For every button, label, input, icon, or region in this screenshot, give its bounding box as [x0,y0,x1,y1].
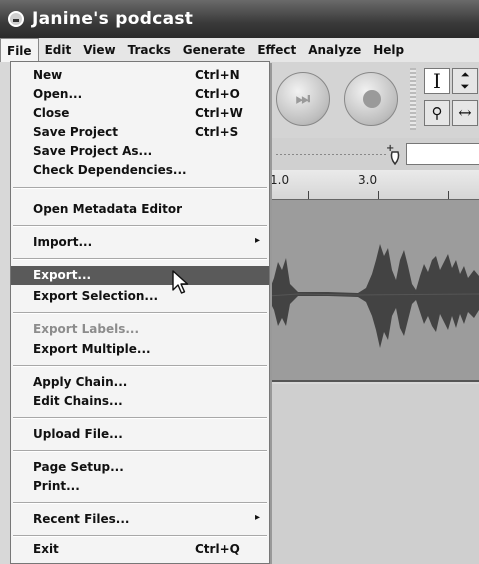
menu-item-new[interactable]: New Ctrl+N [11,66,269,85]
menu-item-apply-chain[interactable]: Apply Chain... [11,373,269,392]
menu-item-open[interactable]: Open... Ctrl+O [11,85,269,104]
microphone-icon[interactable]: + [386,142,406,166]
ruler-label: 3.0 [358,173,378,187]
menu-item-upload-file[interactable]: Upload File... [11,425,269,444]
menu-item-save-project-as[interactable]: Save Project As... [11,142,269,161]
skip-to-end-button[interactable]: ⏭ [276,72,330,126]
menu-item-print[interactable]: Print... [11,477,269,496]
menu-bar: File Edit View Tracks Generate Effect An… [0,38,479,62]
mouse-pointer-icon [172,270,189,294]
menu-item-save-project[interactable]: Save Project Ctrl+S [11,123,269,142]
ruler-tick [308,191,309,199]
audacity-app-icon[interactable] [8,11,24,27]
ruler-tick [448,191,449,199]
menu-item-export-multiple[interactable]: Export Multiple... [11,340,269,359]
menu-item-close[interactable]: Close Ctrl+W [11,104,269,123]
meter-scale [276,154,386,155]
menu-separator [13,502,267,504]
ruler-tick [378,191,379,199]
menu-separator [13,365,267,367]
envelope-tool-button[interactable]: ⏶ ⏷ [452,68,478,94]
menu-item-recent-files[interactable]: Recent Files... ▸ [11,510,269,529]
menu-item-exit[interactable]: Exit Ctrl+Q [11,540,269,559]
menu-separator [13,225,267,227]
menu-separator [13,187,267,189]
menu-analyze[interactable]: Analyze [302,38,367,62]
timeline-ruler[interactable]: 1.0 3.0 [268,170,479,200]
selection-tool-button[interactable]: I [424,68,450,94]
menu-separator [13,258,267,260]
record-button[interactable] [344,72,398,126]
menu-tracks[interactable]: Tracks [122,38,177,62]
menu-separator [13,312,267,314]
timeshift-icon: ↔ [458,103,472,122]
file-menu-dropdown: New Ctrl+N Open... Ctrl+O Close Ctrl+W S… [10,61,270,564]
record-icon [363,90,381,108]
ruler-label: 1.0 [270,173,290,187]
menu-help[interactable]: Help [367,38,410,62]
menu-effect[interactable]: Effect [251,38,302,62]
menu-item-export[interactable]: Export... [11,266,269,285]
menu-edit[interactable]: Edit [39,38,78,62]
audio-track[interactable] [268,200,479,382]
menu-separator [13,450,267,452]
menu-file[interactable]: File [0,38,39,62]
submenu-arrow-icon: ▸ [255,235,261,246]
meter-toolbar: + [268,138,479,170]
timeshift-tool-button[interactable]: ↔ [452,100,478,126]
envelope-icon: ⏶ ⏷ [460,68,470,93]
menu-item-export-selection[interactable]: Export Selection... [11,287,269,306]
menu-view[interactable]: View [77,38,121,62]
menu-item-edit-chains[interactable]: Edit Chains... [11,392,269,411]
menu-item-check-dependencies[interactable]: Check Dependencies... [11,161,269,180]
meter-input[interactable] [406,143,479,165]
title-bar[interactable]: Janine's podcast [0,0,479,38]
window-title: Janine's podcast [32,9,194,29]
menu-item-page-setup[interactable]: Page Setup... [11,458,269,477]
toolbar-grip[interactable] [410,68,416,130]
menu-item-open-metadata-editor[interactable]: Open Metadata Editor [11,200,269,219]
menu-separator [13,417,267,419]
menu-item-import[interactable]: Import... ▸ [11,233,269,252]
zoom-tool-button[interactable]: ⚲ [424,100,450,126]
zoom-icon: ⚲ [431,104,443,122]
empty-track-area[interactable] [268,384,479,564]
submenu-arrow-icon: ▸ [255,512,261,523]
menu-item-export-labels: Export Labels... [33,322,140,336]
menu-generate[interactable]: Generate [177,38,252,62]
menu-separator [13,535,267,537]
waveform [268,244,479,348]
ibeam-icon: I [433,69,441,93]
skip-to-end-icon: ⏭ [295,89,311,108]
transport-toolbar: ⏭ I ⏶ ⏷ ⚲ ↔ [268,62,479,138]
